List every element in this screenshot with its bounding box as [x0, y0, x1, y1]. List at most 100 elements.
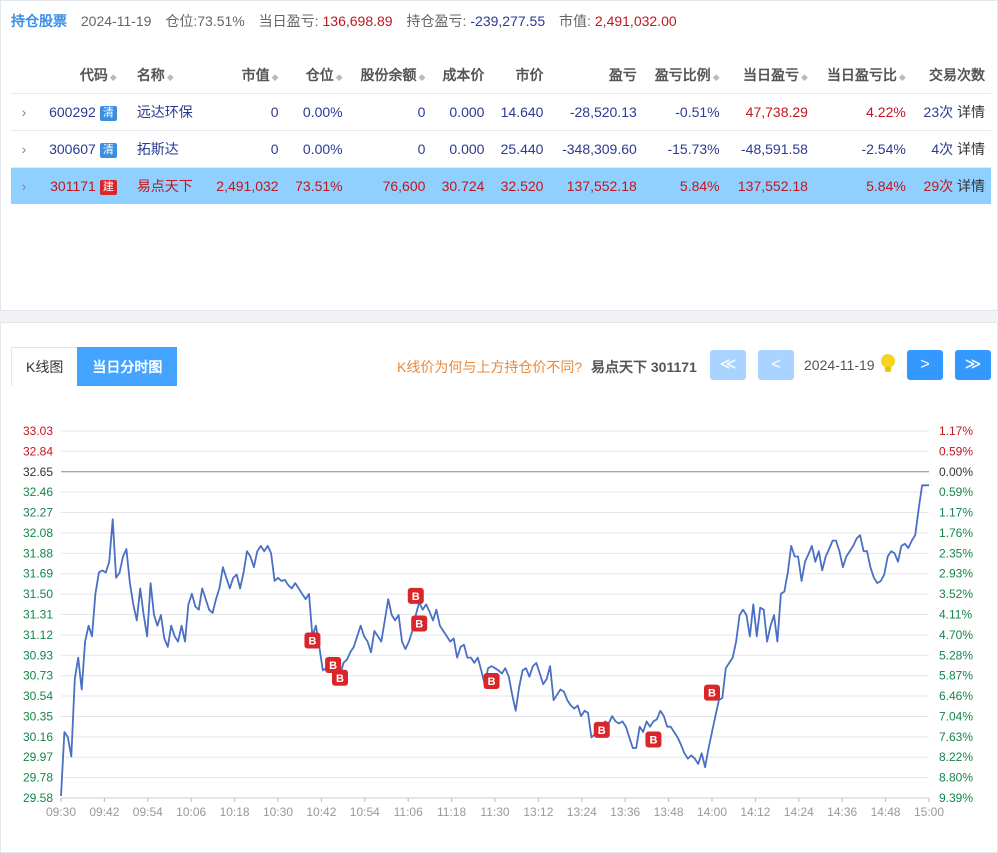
- cell-price: 25.440: [490, 130, 550, 168]
- expand-row-icon[interactable]: ›: [11, 93, 37, 131]
- y-tick-price: 32.84: [23, 444, 53, 458]
- cell-day-pnl-ratio: -2.54%: [813, 130, 912, 168]
- detail-link[interactable]: 详情: [957, 104, 985, 120]
- summary-date: 2024-11-19: [80, 13, 152, 29]
- x-tick-label: 14:12: [740, 805, 770, 819]
- y-tick-price: 30.35: [23, 709, 53, 723]
- buy-marker-label: B: [598, 725, 606, 737]
- tab-kline[interactable]: K线图: [11, 347, 79, 386]
- y-tick-pct: 1.76%: [939, 526, 973, 540]
- y-tick-price: 31.50: [23, 587, 53, 601]
- y-tick-price: 31.69: [23, 567, 53, 581]
- col-header-trades: 交易次数: [929, 67, 985, 83]
- buy-marker-label: B: [415, 619, 423, 631]
- y-tick-price: 32.46: [23, 485, 53, 499]
- cell-price: 32.520: [490, 167, 550, 204]
- y-tick-pct: 6.46%: [939, 689, 973, 703]
- y-tick-pct: 0.59%: [939, 444, 973, 458]
- cell-market-value: 0: [204, 130, 285, 168]
- y-tick-price: 33.03: [23, 424, 53, 438]
- y-tick-price: 29.58: [23, 791, 53, 805]
- x-tick-label: 11:06: [394, 805, 423, 819]
- cell-day-pnl: -48,591.58: [725, 130, 814, 168]
- cell-position: 73.51%: [284, 167, 349, 204]
- cell-name: 拓斯达: [122, 130, 205, 168]
- day-pnl-value: 136,698.89: [322, 13, 393, 29]
- y-tick-price: 31.31: [23, 608, 53, 622]
- y-tick-pct: 8.80%: [939, 771, 973, 785]
- tab-intraday[interactable]: 当日分时图: [77, 347, 178, 386]
- cell-day-pnl: 47,738.29: [725, 93, 814, 131]
- detail-link[interactable]: 详情: [957, 141, 985, 157]
- expand-col-header: [11, 57, 37, 94]
- table-row[interactable]: › 300607 清拓斯达 0 0.00% 0 0.000 25.440 -348,309.60…: [11, 130, 991, 168]
- cell-pnl-ratio: 5.84%: [642, 167, 726, 204]
- expand-row-icon[interactable]: ›: [11, 167, 37, 204]
- y-tick-pct: 4.11%: [939, 608, 972, 622]
- y-tick-price: 32.27: [23, 506, 53, 520]
- cell-pnl-ratio: -15.73%: [642, 130, 726, 168]
- col-header-day-pnl-ratio[interactable]: 当日盈亏比 ◆: [814, 57, 912, 94]
- lightbulb-icon[interactable]: [881, 354, 895, 368]
- table-row[interactable]: › 301171 建易点天下 2,491,032 73.51% 76,600 30.724 3…: [11, 167, 991, 204]
- chart-date: 2024-11-19: [804, 357, 875, 373]
- col-header-code[interactable]: 代码 ◆: [37, 57, 123, 94]
- cell-shares: 76,600: [348, 167, 432, 204]
- cell-day-pnl-ratio: 4.22%: [813, 93, 912, 131]
- cell-cost: 0.000: [431, 93, 491, 131]
- col-header-price: 市价: [515, 67, 544, 83]
- cell-name: 易点天下: [122, 167, 205, 204]
- y-tick-price: 32.65: [23, 465, 53, 479]
- intraday-chart[interactable]: 33.03 1.17% 32.84 0.59% 32.65 0.00% 32.46 0.59%…: [1, 393, 997, 853]
- expand-row-icon[interactable]: ›: [11, 130, 37, 168]
- cell-pnl: -348,309.60: [549, 130, 643, 168]
- x-tick-label: 15:00: [914, 805, 944, 819]
- detail-link[interactable]: 详情: [957, 178, 985, 194]
- y-tick-price: 32.08: [23, 526, 53, 540]
- buy-marker-label: B: [308, 636, 316, 648]
- x-tick-label: 10:30: [263, 805, 293, 819]
- chart-tabs: K线图 当日分时图: [11, 347, 178, 386]
- hold-pnl-label: 持仓盈亏:: [406, 13, 467, 29]
- cell-name: 远达环保: [122, 93, 205, 131]
- cell-market-value: 2,491,032: [204, 167, 285, 204]
- x-tick-label: 11:30: [480, 805, 509, 819]
- y-tick-price: 30.16: [23, 730, 53, 744]
- hold-pnl-value: -239,277.55: [470, 13, 546, 29]
- x-tick-label: 09:54: [133, 805, 163, 819]
- holdings-title: 持仓股票: [11, 13, 67, 29]
- y-tick-pct: 4.70%: [939, 628, 973, 642]
- x-tick-label: 13:12: [523, 805, 553, 819]
- col-header-name[interactable]: 名称 ◆: [123, 57, 205, 94]
- prev-day-button[interactable]: <: [758, 350, 794, 380]
- y-tick-pct: 5.28%: [939, 648, 973, 662]
- col-header-pnl-ratio[interactable]: 盈亏比例 ◆: [643, 57, 726, 94]
- last-day-button[interactable]: ≫: [955, 350, 991, 380]
- chart-panel: K线图 当日分时图 K线价为何与上方持仓价不同? 易点天下 301171 ≪ < …: [0, 322, 998, 853]
- cell-day-pnl: 137,552.18: [725, 167, 814, 204]
- price-diff-hint-link[interactable]: K线价为何与上方持仓价不同?: [397, 357, 582, 377]
- y-tick-pct: 2.35%: [939, 546, 973, 560]
- y-tick-pct: 0.59%: [939, 485, 973, 499]
- col-header-position[interactable]: 仓位 ◆: [285, 57, 349, 94]
- y-tick-pct: 2.93%: [939, 567, 973, 581]
- cell-pnl: 137,552.18: [549, 167, 643, 204]
- buy-marker-label: B: [649, 734, 657, 746]
- market-value-value: 2,491,032.00: [594, 13, 677, 29]
- day-pnl-label: 当日盈亏:: [258, 13, 319, 29]
- x-tick-label: 10:06: [176, 805, 206, 819]
- first-day-button[interactable]: ≪: [710, 350, 746, 380]
- market-value-label: 市值:: [559, 13, 591, 29]
- col-header-market-value[interactable]: 市值 ◆: [205, 57, 285, 94]
- y-tick-price: 30.54: [23, 689, 53, 703]
- col-header-shares[interactable]: 股份余额 ◆: [349, 57, 432, 94]
- x-tick-label: 13:24: [567, 805, 597, 819]
- table-row[interactable]: › 600292 清远达环保 0 0.00% 0 0.000 14.640 -28,520.13…: [11, 93, 991, 131]
- x-tick-label: 13:48: [654, 805, 684, 819]
- chart-stock-name: 易点天下 301171: [591, 359, 697, 375]
- cell-day-pnl-ratio: 5.84%: [813, 167, 912, 204]
- col-header-day-pnl[interactable]: 当日盈亏 ◆: [726, 57, 814, 94]
- next-day-button[interactable]: >: [907, 350, 943, 380]
- buy-marker-label: B: [488, 676, 496, 688]
- position-label: 仓位:: [165, 13, 198, 29]
